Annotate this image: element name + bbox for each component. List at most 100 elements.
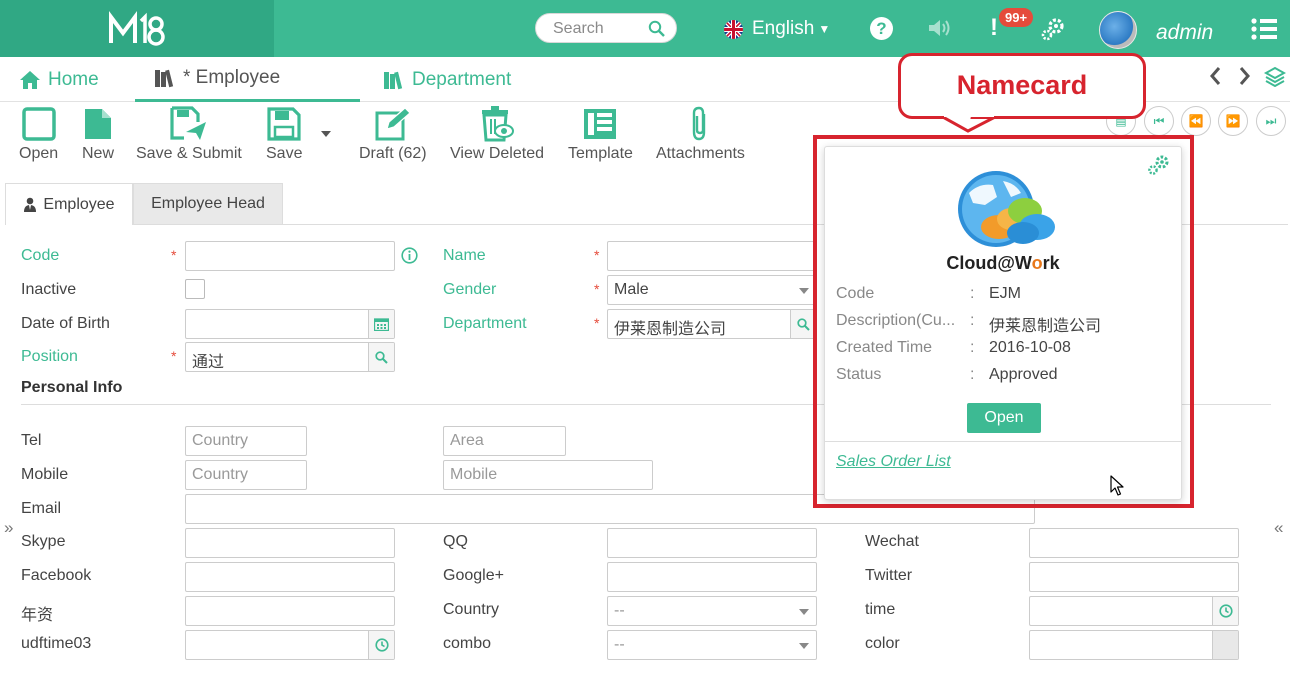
info-icon[interactable]: [401, 247, 418, 269]
namecard-open-button[interactable]: Open: [967, 403, 1041, 433]
next-record-icon[interactable]: ⏩: [1218, 106, 1248, 136]
name-field[interactable]: [607, 241, 817, 271]
namecard-key: Created Time: [836, 339, 933, 356]
save-submit-button[interactable]: Save & Submit: [136, 103, 242, 163]
tel-country-field[interactable]: Country: [185, 426, 307, 456]
color-swatch[interactable]: [1212, 631, 1238, 659]
app-logo[interactable]: [0, 0, 274, 57]
tab-employee-form-label: Employee: [43, 195, 115, 213]
template-button[interactable]: Template: [568, 103, 633, 163]
view-deleted-button[interactable]: View Deleted: [450, 103, 544, 163]
namecard-colon: :: [970, 312, 975, 329]
code-field[interactable]: [185, 241, 395, 271]
settings-gears-icon[interactable]: [1146, 154, 1172, 181]
toolbar: Open New Save & Submit Save Draft (62) V…: [0, 103, 800, 168]
namecard-value: 伊莱恩制造公司: [989, 318, 1102, 335]
mobile-number-field[interactable]: Mobile: [443, 460, 653, 490]
chevron-down-icon: [799, 609, 809, 615]
twitter-field[interactable]: [1029, 562, 1239, 592]
tel-area-field[interactable]: Area: [443, 426, 566, 456]
name-label: Name: [443, 247, 486, 264]
home-icon: [20, 70, 40, 89]
mouse-pointer-icon: [1110, 475, 1124, 496]
skype-label: Skype: [21, 533, 66, 550]
prev-record-icon[interactable]: ⏪: [1181, 106, 1211, 136]
collapse-right-icon[interactable]: «: [1274, 518, 1283, 538]
volume-icon[interactable]: [927, 17, 951, 44]
namecard-divider: [825, 441, 1181, 442]
calendar-icon[interactable]: [368, 310, 394, 338]
save-submit-label: Save & Submit: [136, 145, 242, 162]
tab-employee-form[interactable]: Employee: [5, 183, 133, 225]
google-field[interactable]: [607, 562, 817, 592]
tab-home[interactable]: Home: [19, 57, 99, 102]
search-box[interactable]: Search: [535, 13, 677, 43]
mobile-label: Mobile: [21, 466, 69, 483]
save-dropdown-caret-icon[interactable]: [321, 131, 331, 137]
annotation-callout-text: Namecard: [956, 70, 1088, 100]
clock-icon[interactable]: [368, 631, 394, 659]
time-label: time: [865, 601, 896, 618]
language-selector[interactable]: English ▼: [724, 18, 830, 40]
combo-value: --: [614, 636, 625, 653]
seniority-field[interactable]: [185, 596, 395, 626]
udftime03-field[interactable]: [185, 630, 395, 660]
notification-icon[interactable]: !: [990, 14, 998, 42]
gender-label: Gender: [443, 281, 497, 298]
tab-employee-head-label: Employee Head: [151, 195, 265, 212]
tel-country-placeholder: Country: [192, 432, 249, 449]
namecard-key: Code: [836, 285, 875, 302]
combo-select[interactable]: --: [607, 630, 817, 660]
personal-info-heading: Personal Info: [21, 379, 123, 396]
code-label: Code: [21, 247, 60, 264]
department-field[interactable]: 伊莱恩制造公司: [607, 309, 817, 339]
menu-list-icon[interactable]: [1251, 17, 1277, 46]
layers-icon: [1263, 66, 1287, 88]
help-icon[interactable]: ?: [870, 17, 893, 40]
template-label: Template: [568, 145, 633, 162]
namecard-popup: Cloud@Work Code : EJM Description(Cu... …: [824, 146, 1182, 500]
tab-scroll-controls: [1206, 65, 1287, 93]
chevron-down-icon: ▼: [818, 22, 831, 36]
namecard-colon: :: [970, 366, 975, 383]
facebook-field[interactable]: [185, 562, 395, 592]
dob-field[interactable]: [185, 309, 395, 339]
search-icon[interactable]: [648, 20, 666, 43]
color-field[interactable]: [1029, 630, 1239, 660]
gender-select[interactable]: Male: [607, 275, 817, 305]
draft-button[interactable]: Draft (62): [359, 103, 427, 163]
username[interactable]: admin: [1156, 21, 1213, 45]
tab-employee[interactable]: * Employee: [135, 57, 360, 102]
sales-order-list-link[interactable]: Sales Order List: [836, 453, 951, 471]
tab-department[interactable]: Department: [383, 57, 511, 102]
new-button[interactable]: New: [82, 103, 114, 163]
tab-department-label: Department: [412, 68, 512, 90]
open-label: Open: [19, 145, 59, 162]
attachments-button[interactable]: Attachments: [656, 103, 745, 163]
new-file-icon: [85, 109, 111, 139]
books-icon: [384, 71, 403, 89]
open-button[interactable]: Open: [19, 103, 58, 163]
namecard-value: EJM: [989, 285, 1021, 302]
skype-field[interactable]: [185, 528, 395, 558]
qq-field[interactable]: [607, 528, 817, 558]
clock-icon[interactable]: [1212, 597, 1238, 625]
save-button[interactable]: Save: [266, 103, 302, 163]
uk-flag-icon: [724, 19, 743, 39]
mobile-country-field[interactable]: Country: [185, 460, 307, 490]
inactive-checkbox[interactable]: [185, 279, 205, 299]
position-lookup-search-icon[interactable]: [368, 343, 394, 371]
wechat-field[interactable]: [1029, 528, 1239, 558]
first-record-icon[interactable]: ⏮: [1144, 106, 1174, 136]
expand-left-icon[interactable]: »: [4, 518, 13, 538]
avatar[interactable]: [1099, 11, 1137, 49]
required-mark: *: [171, 348, 177, 364]
settings-gear-icon[interactable]: [1040, 16, 1066, 47]
time-field[interactable]: [1029, 596, 1239, 626]
tab-employee-head[interactable]: Employee Head: [133, 183, 283, 225]
last-record-icon[interactable]: ⏭: [1256, 106, 1286, 136]
tab-employee-label: * Employee: [183, 67, 281, 88]
country-select[interactable]: --: [607, 596, 817, 626]
position-field[interactable]: 通过: [185, 342, 395, 372]
brand-name-part: rk: [1042, 253, 1060, 273]
